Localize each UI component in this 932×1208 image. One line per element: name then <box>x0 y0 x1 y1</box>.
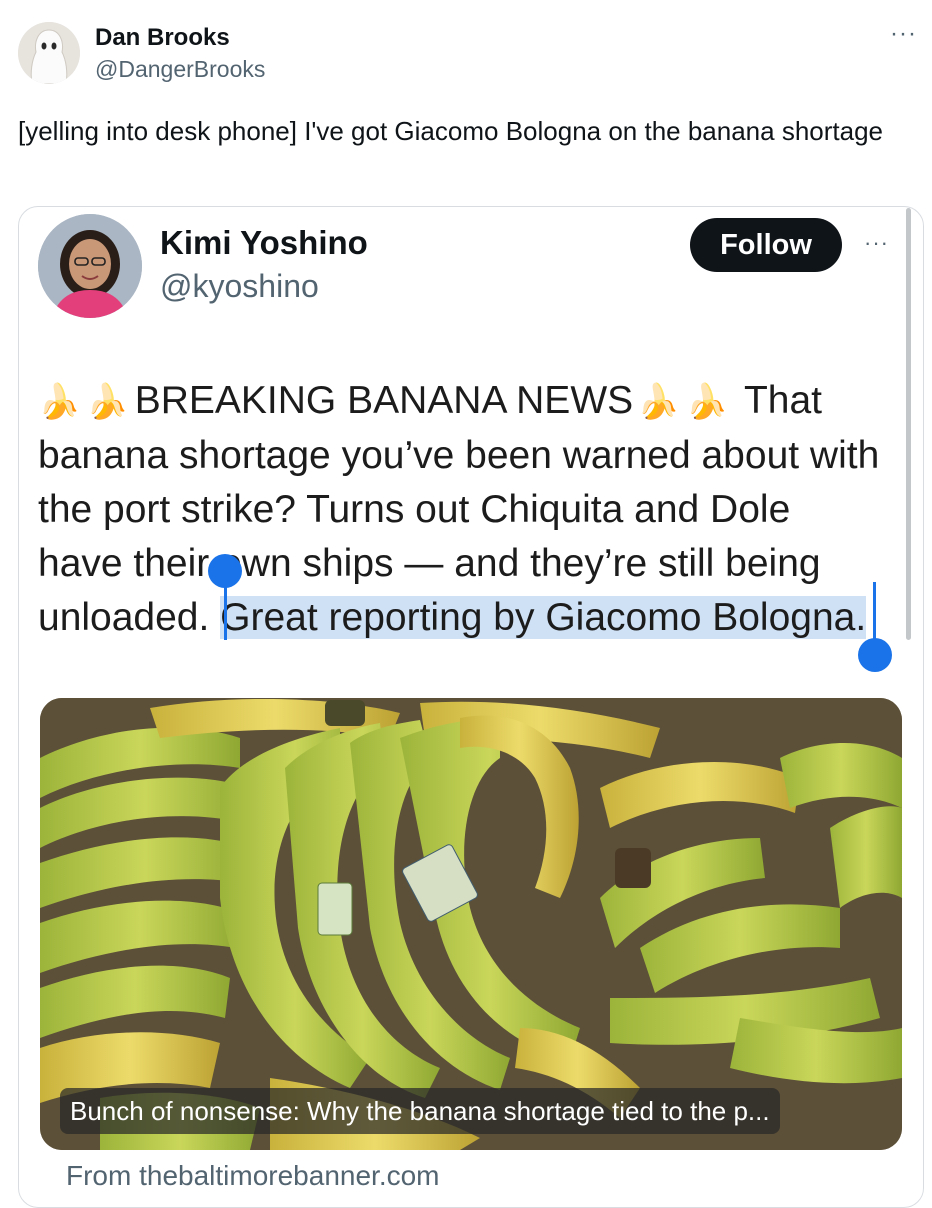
link-card-source[interactable]: From thebaltimorebanner.com <box>66 1160 440 1192</box>
author-name[interactable]: Dan Brooks <box>95 24 230 52</box>
bananas-photo <box>40 698 902 1150</box>
avatar[interactable] <box>18 22 80 84</box>
selected-text[interactable]: Great reporting by Giacomo Bologna. <box>220 596 867 639</box>
tweet-line-3: the port strike? Turns out Chiquita and … <box>38 488 791 531</box>
selection-end-cursor <box>873 582 876 640</box>
embedded-avatar[interactable] <box>38 214 142 318</box>
embedded-author-name[interactable]: Kimi Yoshino <box>160 224 368 262</box>
tweet-line-2: banana shortage you’ve been warned about… <box>38 434 880 477</box>
banana-emoji-icon: 🍌 <box>685 383 728 421</box>
more-options-icon[interactable]: ··· <box>890 20 917 48</box>
selection-end-handle[interactable] <box>858 638 892 672</box>
embedded-more-options-icon[interactable]: ··· <box>864 230 889 256</box>
author-handle[interactable]: @DangerBrooks <box>95 56 265 83</box>
link-card-title[interactable]: Bunch of nonsense: Why the banana shorta… <box>60 1088 780 1134</box>
tweet-line-4: have their own ships — and they’re still… <box>38 542 821 585</box>
line-5-text: unloaded. <box>38 596 221 639</box>
embedded-author-handle[interactable]: @kyoshino <box>160 268 319 305</box>
headline: BREAKING BANANA NEWS <box>134 379 634 422</box>
tweet-line-5: unloaded. Great reporting by Giacomo Bol… <box>38 591 908 645</box>
tweet-line-1: 🍌 🍌 BREAKING BANANA NEWS 🍌 🍌 That <box>38 374 908 429</box>
follow-button[interactable]: Follow <box>690 218 842 272</box>
tweet-text: [yelling into desk phone] I've got Giaco… <box>18 116 884 146</box>
banana-emoji-icon: 🍌 <box>637 383 680 421</box>
selection-start-handle[interactable] <box>208 554 242 588</box>
banana-emoji-icon: 🍌 <box>38 383 81 421</box>
selection-start-cursor <box>224 582 227 640</box>
link-card-image[interactable] <box>40 698 902 1150</box>
embedded-tweet-text: 🍌 🍌 BREAKING BANANA NEWS 🍌 🍌 That banana sho… <box>38 374 908 645</box>
line-1-tail: That <box>743 379 823 422</box>
banana-emoji-icon: 🍌 <box>86 383 129 421</box>
